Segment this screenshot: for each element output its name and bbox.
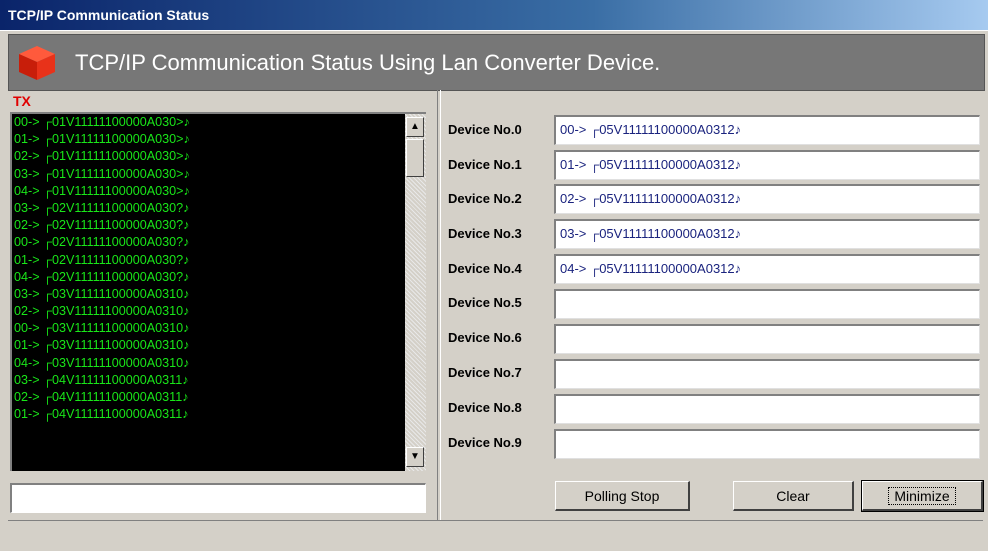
device-label-0: Device No.0 [448, 122, 522, 137]
tx-log-line: 02-> ┌02V11111100000A030?♪ [14, 218, 190, 233]
polling-stop-label: Polling Stop [584, 488, 660, 504]
device-label-9: Device No.9 [448, 435, 522, 450]
tx-log-line: 03-> ┌03V11111100000A0310♪ [14, 286, 190, 301]
device-label-1: Device No.1 [448, 157, 522, 172]
tx-log-line: 04-> ┌02V11111100000A030?♪ [14, 269, 190, 284]
arrow-up-icon[interactable]: ▲ [406, 117, 424, 137]
panel-divider [437, 90, 441, 520]
tx-log-line: 01-> ┌01V11111100000A030>♪ [14, 132, 190, 147]
device-label-3: Device No.3 [448, 226, 522, 241]
device-field-5[interactable] [554, 289, 980, 319]
tx-log-line: 03-> ┌04V11111100000A0311♪ [14, 372, 189, 387]
tx-log-line: 01-> ┌03V11111100000A0310♪ [14, 338, 190, 353]
arrow-down-icon[interactable]: ▼ [406, 447, 424, 467]
tx-log-line: 04-> ┌01V11111100000A030>♪ [14, 183, 190, 198]
device-field-9[interactable] [554, 429, 980, 459]
device-field-4[interactable]: 04-> ┌05V11111100000A0312♪ [554, 254, 980, 284]
tx-log-line: 00-> ┌02V11111100000A030?♪ [14, 235, 190, 250]
tx-label: TX [13, 93, 31, 109]
device-field-0[interactable]: 00-> ┌05V11111100000A0312♪ [554, 115, 980, 145]
device-label-7: Device No.7 [448, 365, 522, 380]
device-field-8[interactable] [554, 394, 980, 424]
polling-stop-button[interactable]: Polling Stop [555, 481, 690, 511]
tx-log-line: 02-> ┌01V11111100000A030>♪ [14, 149, 190, 164]
minimize-label: Minimize [888, 487, 956, 505]
scrollbar-thumb[interactable] [406, 139, 424, 177]
window-title: TCP/IP Communication Status [8, 7, 210, 23]
device-field-7[interactable] [554, 359, 980, 389]
tx-input-field[interactable] [10, 483, 426, 513]
tx-log-line: 02-> ┌04V11111100000A0311♪ [14, 390, 189, 404]
minimize-button[interactable]: Minimize [861, 480, 984, 512]
device-field-1[interactable]: 01-> ┌05V11111100000A0312♪ [554, 150, 980, 180]
status-bar [8, 520, 983, 551]
clear-label: Clear [776, 488, 810, 504]
device-label-8: Device No.8 [448, 400, 522, 415]
header-banner: TCP/IP Communication Status Using Lan Co… [8, 34, 985, 91]
device-label-2: Device No.2 [448, 191, 522, 206]
device-label-4: Device No.4 [448, 261, 522, 276]
page-heading: TCP/IP Communication Status Using Lan Co… [75, 50, 661, 75]
tx-log-scrollbar[interactable]: ▲ ▼ [405, 112, 426, 471]
red-cube-icon [19, 46, 55, 80]
device-label-6: Device No.6 [448, 330, 522, 345]
tx-log-list[interactable]: 00-> ┌01V11111100000A030>♪ 01-> ┌01V1111… [10, 112, 407, 471]
device-field-2[interactable]: 02-> ┌05V11111100000A0312♪ [554, 184, 980, 214]
device-label-5: Device No.5 [448, 295, 522, 310]
tx-log-line: 00-> ┌03V11111100000A0310♪ [14, 321, 190, 336]
title-bar: TCP/IP Communication Status [0, 0, 988, 31]
tx-log-line: 04-> ┌03V11111100000A0310♪ [14, 355, 190, 370]
device-field-6[interactable] [554, 324, 980, 354]
clear-button[interactable]: Clear [733, 481, 854, 511]
tx-log-line: 01-> ┌02V11111100000A030?♪ [14, 252, 190, 267]
tx-log-line: 02-> ┌03V11111100000A0310♪ [14, 304, 190, 319]
tx-log-line: 00-> ┌01V11111100000A030>♪ [14, 115, 190, 129]
tx-log-line: 01-> ┌04V11111100000A0311♪ [14, 407, 189, 422]
device-field-3[interactable]: 03-> ┌05V11111100000A0312♪ [554, 219, 980, 249]
tx-log-line: 03-> ┌01V11111100000A030>♪ [14, 166, 190, 181]
tx-log-line: 03-> ┌02V11111100000A030?♪ [14, 200, 190, 215]
